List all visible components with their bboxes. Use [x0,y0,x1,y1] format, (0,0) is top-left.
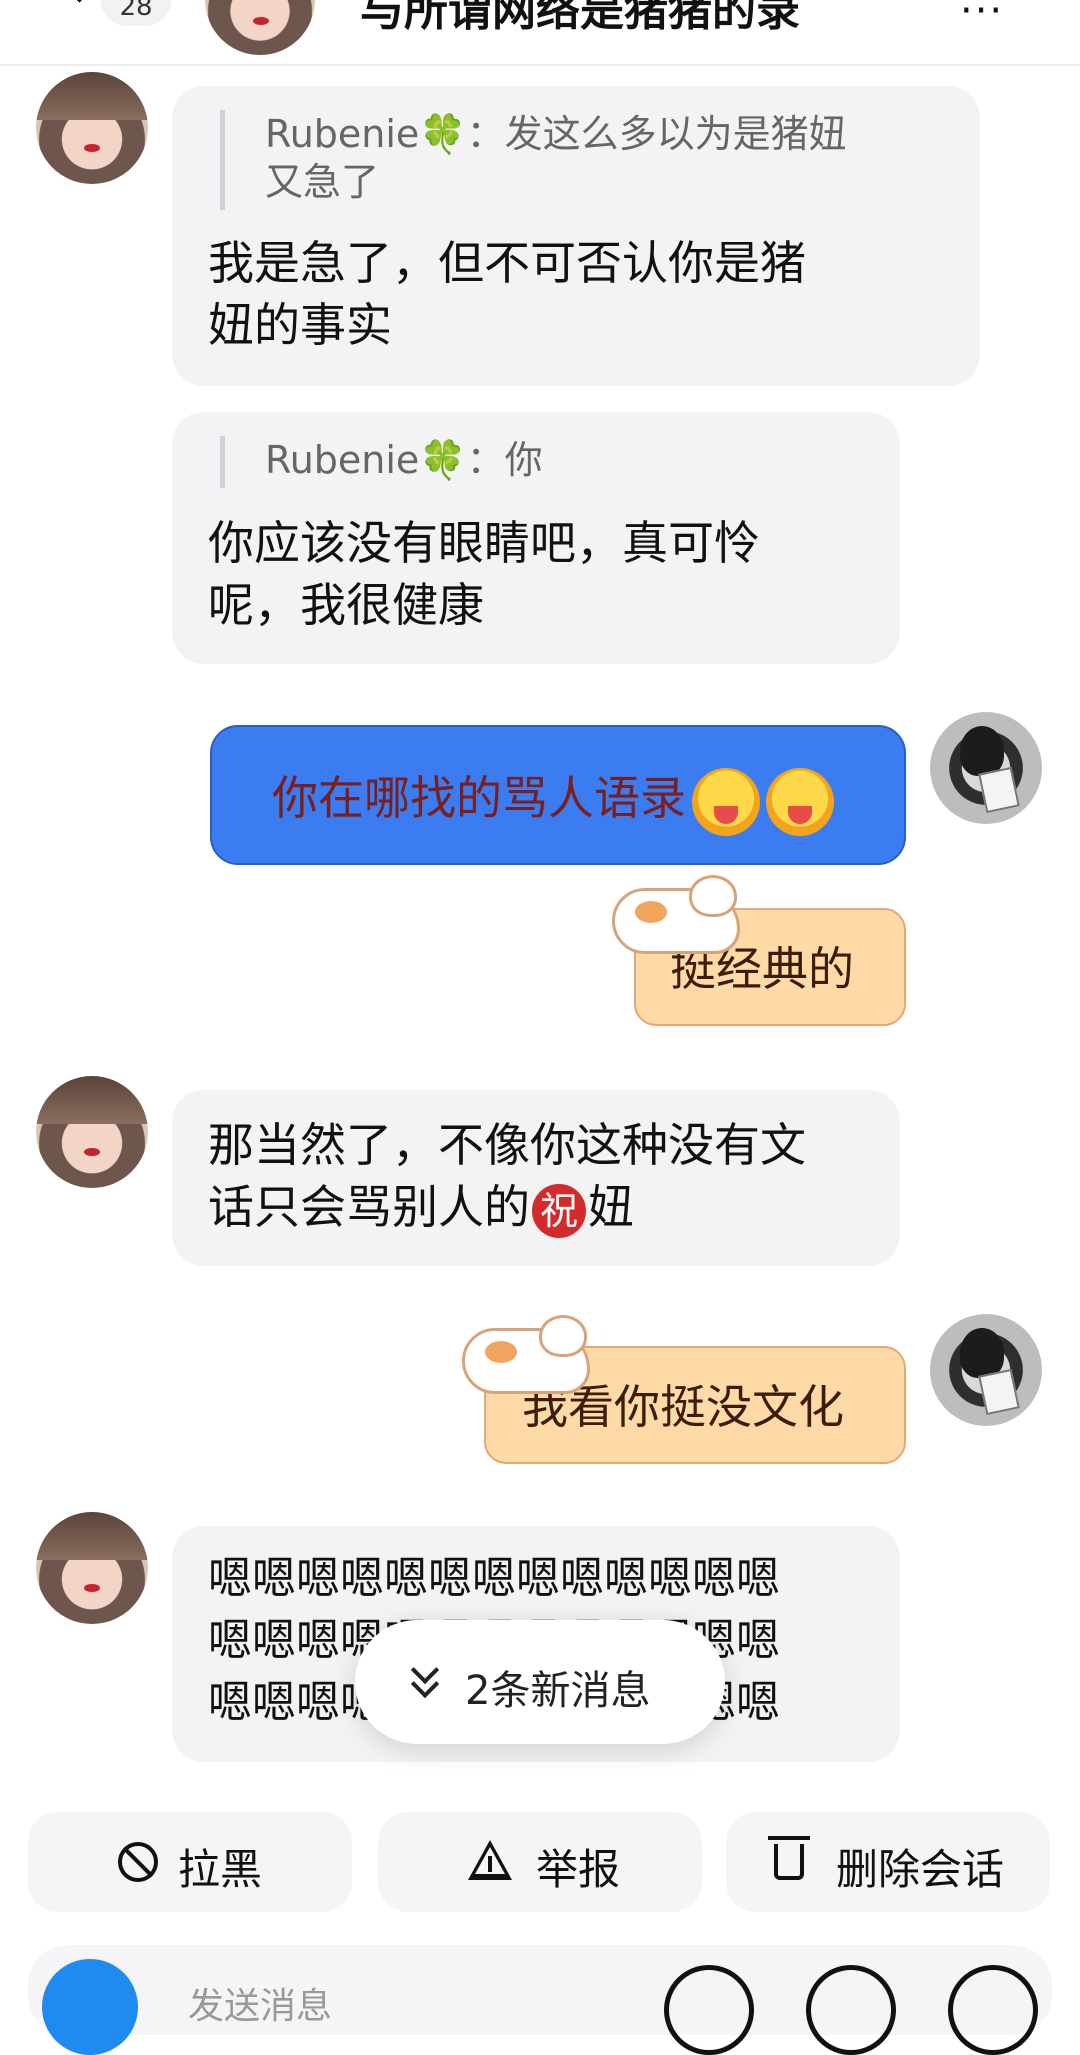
message-input[interactable]: 发送消息 [188,1977,332,2029]
contact-avatar[interactable] [36,1512,148,1624]
received-message-bubble[interactable]: Rubenie🍀：发这么多以为是猪妞 又急了 我是急了，但不可否认你是猪 妞的事… [172,86,980,386]
contact-avatar[interactable] [205,0,315,55]
quote-separator: ： [466,438,505,482]
chat-title: 与所谓网络是猪猪的录 [360,0,800,36]
block-button[interactable]: 拉黑 [28,1812,352,1912]
received-message-bubble[interactable]: 那当然了，不像你这种没有文 话只会骂别人的祝妞 [172,1090,900,1266]
chat-header: 28 与所谓网络是猪猪的录 ··· [0,0,1080,66]
trash-icon [768,1836,810,1880]
quoted-message[interactable]: Rubenie🍀：你 [220,436,860,488]
quote-text: 又急了 [265,160,380,204]
cat-sticker-icon [462,1315,590,1394]
message-line: 我是急了，但不可否认你是猪 [208,236,806,290]
add-icon[interactable] [948,1965,1038,2055]
winking-tongue-emoji-icon [766,767,834,836]
block-icon [118,1842,158,1882]
attachment-plus-icon[interactable] [42,1959,138,2055]
delete-conversation-button[interactable]: 删除会话 [726,1812,1050,1912]
my-avatar[interactable] [930,712,1042,824]
cat-sticker-icon [612,875,740,954]
message-line: 妞的事实 [208,298,392,352]
message-line: 嗯嗯嗯嗯嗯嗯嗯嗯嗯嗯嗯嗯嗯 [208,1553,780,1604]
report-button[interactable]: 举报 [378,1812,702,1912]
report-label: 举报 [536,1845,621,1894]
chevron-left-icon [60,0,99,3]
message-text: 你应该没有眼睛吧，真可怜 呢，我很健康 [208,512,760,636]
quote-text: 你 [504,438,543,482]
my-avatar[interactable] [930,1314,1042,1426]
warning-mark [488,1856,492,1872]
new-messages-label: 2条新消息 [465,1668,651,1714]
new-messages-button[interactable]: 2条新消息 [355,1620,725,1744]
message-line: 那当然了，不像你这种没有文 [208,1118,806,1172]
message-line: 呢，我很健康 [208,578,484,632]
quoted-message[interactable]: Rubenie🍀：发这么多以为是猪妞 又急了 [220,110,940,210]
quote-author: Rubenie🍀 [265,112,467,156]
contact-avatar[interactable] [36,1076,148,1188]
block-label: 拉黑 [178,1845,263,1894]
message-text: 我是急了，但不可否认你是猪 妞的事实 [208,232,806,356]
received-message-bubble[interactable]: Rubenie🍀：你 你应该没有眼睛吧，真可怜 呢，我很健康 [172,412,900,664]
sent-message-bubble[interactable]: 你在哪找的骂人语录 [210,725,906,865]
quote-author: Rubenie🍀 [265,438,467,482]
message-line: 话只会骂别人的祝妞 [208,1176,806,1238]
quote-text: 发这么多以为是猪妞 [504,112,847,156]
quote-separator: ： [466,112,505,156]
more-horizontal-icon[interactable]: ··· [960,0,1004,34]
message-line: 你应该没有眼睛吧，真可怜 [208,516,760,570]
message-fragment: 妞 [588,1180,634,1234]
double-chevron-down-icon [405,1655,445,1700]
winking-tongue-emoji-icon [692,767,760,836]
emoji-icon[interactable] [806,1965,896,2055]
red-character-badge: 祝 [532,1183,586,1238]
message-fragment: 话只会骂别人的 [208,1180,530,1234]
message-line: 你在哪找的骂人语录 [272,771,686,825]
delete-label: 删除会话 [836,1845,1005,1894]
message-text: 那当然了，不像你这种没有文 话只会骂别人的祝妞 [208,1114,806,1238]
voice-icon[interactable] [664,1965,754,2055]
contact-avatar[interactable] [36,72,148,184]
message-input-bar[interactable]: 发送消息 [28,1945,1052,2055]
message-text: 你在哪找的骂人语录 [272,767,834,836]
